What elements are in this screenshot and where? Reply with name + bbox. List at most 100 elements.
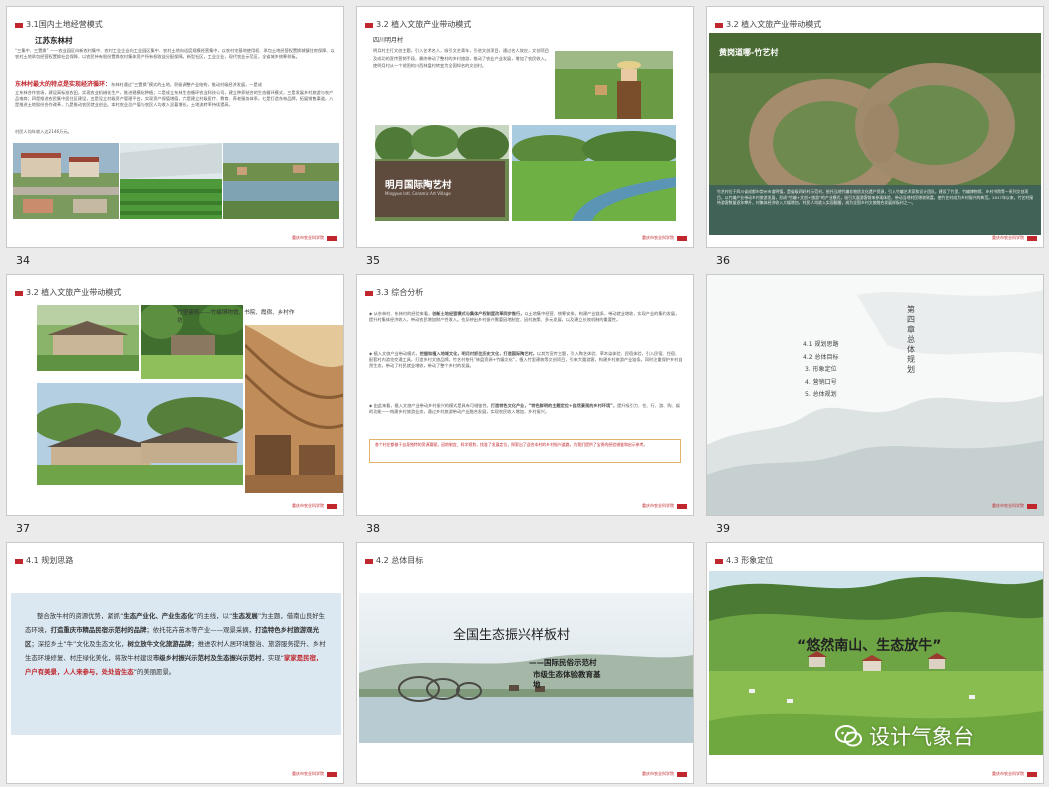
toc-item[interactable]: 4. 营销口号 <box>803 377 838 390</box>
stream-photo <box>512 125 676 221</box>
caption-line: 竹里建筑——竹编博物馆、书院、霞宿、乡村作 <box>177 310 295 316</box>
case-body: 立东林合作农场，建设高标准农田，实现农业机械化生产，推进规模化种植；二是成立东林… <box>15 90 334 108</box>
footer-logo-icon <box>1027 235 1037 241</box>
planning-idea-box: 整合放牛村的资源优势，紧抓“生态产业化、产业生态化”的主线，以“生态发展”为主题… <box>11 593 341 735</box>
slide-number: 35 <box>366 254 380 267</box>
footer-text: 重庆市农业科学院 <box>992 235 1024 240</box>
slide-header: 3.3 综合分析 <box>357 275 693 297</box>
toc-list: 4.1 规划思路 4.2 总体目标 3. 形象定位 4. 营销口号 5. 总体规… <box>803 339 838 402</box>
paragraph-run: 市级乡村振兴示范村及生态振兴示范村 <box>152 654 262 662</box>
header-accent-bar <box>15 23 23 28</box>
summary-note: 各个村庄都基于自身独特的资源禀赋，因地制宜、科学规划，找准了发展定位，探索出了适… <box>375 442 648 447</box>
slide-number: 39 <box>716 522 730 535</box>
slogan: “悠然南山、生态放牛” <box>797 638 942 654</box>
slide-header: 3.2 植入文旅产业带动模式 <box>707 7 1043 29</box>
footer-logo-icon <box>327 235 337 241</box>
footer-logo-icon <box>1027 503 1037 509</box>
slide-title: 3.3 综合分析 <box>376 288 424 297</box>
header-accent-bar <box>715 23 723 28</box>
slide-footer: 重庆市农业科学院 <box>292 503 337 509</box>
case-text: 明月村主打文创主题，引入艺术名人，吸引文艺青年，引进文创项目，通过名人效应，文创… <box>373 48 549 68</box>
analysis-bullet: ◆ 植入文旅产业带动模式，挖掘和植入地域文化，明月村抓住历史文化，打造国际陶艺村… <box>369 351 683 369</box>
toc-item[interactable]: 4.2 总体目标 <box>803 352 838 365</box>
slide-title: 4.3 形象定位 <box>726 556 774 565</box>
case-stat: 村民人均年收入达2146万元。 <box>15 129 72 134</box>
roof-buildings-photo <box>37 383 243 485</box>
analysis-bullet: ◆ 由此来看，植入文旅产业带动乡村振兴的模式是具有可借鉴性，打造特色文化产业，“… <box>369 403 680 415</box>
toc-item[interactable]: 5. 总体规划 <box>803 389 838 402</box>
bamboo-village-aerial-photo: 黄岗道哪-竹艺村 竹艺村位于四川省成都市崇州市道明镇，是省级四好村示范村，依托当… <box>709 33 1041 235</box>
header-accent-bar <box>15 291 23 296</box>
wetland-photo <box>223 143 339 219</box>
paragraph-run: ”的美丽愿景。 <box>133 668 176 676</box>
slide-header: 4.3 形象定位 <box>707 543 1043 565</box>
case-subtitle: 江苏东林村 <box>35 36 73 45</box>
ink-mountain-background <box>707 290 1043 515</box>
slide-footer: 重庆市农业科学院 <box>992 771 1037 777</box>
paragraph-run: ；深挖乡土“牛”文化及生态文化， <box>31 640 128 648</box>
slide-footer: 重庆市农业科学院 <box>642 235 687 241</box>
slide-header: 3.2 植入文旅产业带动模式 <box>7 275 343 297</box>
slide-title: 3.1国内土地经营模式 <box>26 20 103 29</box>
footer-text: 重庆市农业科学院 <box>642 503 674 508</box>
footer-logo-icon <box>327 503 337 509</box>
slide-title: 3.2 植入文旅产业带动模式 <box>376 20 472 29</box>
footer-logo-icon <box>677 235 687 241</box>
slide-title: 4.2 总体目标 <box>376 556 424 565</box>
footer-text: 重庆市农业科学院 <box>642 235 674 240</box>
footer-text: 重庆市农业科学院 <box>642 771 674 776</box>
footer-text: 重庆市农业科学院 <box>992 503 1024 508</box>
slide-number: 37 <box>16 522 30 535</box>
ceramic-village-sign-photo: 明月国际陶艺村 Mingyue Intl. Ceramic Art Villag… <box>375 125 509 221</box>
header-accent-bar <box>715 559 723 564</box>
slide-header: 4.2 总体目标 <box>357 543 693 565</box>
slide-34[interactable]: 3.1国内土地经营模式 江苏东林村 “三集中、三置换” ——农业园区向新农村集中… <box>6 6 344 248</box>
footer-logo-icon <box>677 503 687 509</box>
slide-35[interactable]: 3.2 植入文旅产业带动模式 四川明月村 明月村主打文创主题，引入艺术名人，吸引… <box>356 6 694 248</box>
feature-text: 东林村通过“三置换”模式的土地，积极调整产业结构，推动村级经济发展，一是成 <box>111 82 262 87</box>
footer-logo-icon <box>677 771 687 777</box>
watermark: 设计气象台 <box>835 721 974 751</box>
sign-english: Mingyue Intl. Ceramic Art Village <box>385 191 451 196</box>
slide-42[interactable]: 4.3 形象定位 “悠然南山、生态放牛” 设计气象台 重庆市农业科学院 <box>706 542 1044 784</box>
footer-logo-icon <box>1027 771 1037 777</box>
slide-footer: 重庆市农业科学院 <box>642 771 687 777</box>
case-feature: 东林村最大的特点是实现经济循环：东林村通过“三置换”模式的土地，积极调整产业结构… <box>15 77 337 88</box>
caption-line: 坊 <box>177 318 183 324</box>
slide-38[interactable]: 3.3 综合分析 ◆ 从东林村、东林村的经验来看，创新土地经营模式与集体产权制度… <box>356 274 694 516</box>
feature-heading: 东林村最大的特点是实现经济循环： <box>15 81 112 88</box>
sign-chinese: 明月国际陶艺村 <box>385 180 452 191</box>
lake-landscape-photo <box>359 593 693 743</box>
footer-text: 重庆市农业科学院 <box>292 235 324 240</box>
slide-footer: 重庆市农业科学院 <box>992 235 1037 241</box>
paragraph-run: ；依托花卉苗木等产业——观景采摘， <box>146 626 256 634</box>
slide-header: 3.1国内土地经营模式 <box>7 7 343 29</box>
header-accent-bar <box>15 559 23 564</box>
slide-number: 34 <box>16 254 30 267</box>
slide-header: 4.1 规划思路 <box>7 543 343 565</box>
goal-title: 全国生态振兴样板村 <box>453 628 571 643</box>
toc-item[interactable]: 3. 形象定位 <box>803 364 838 377</box>
paragraph-run: 整合放牛村的资源优势，紧抓“ <box>37 612 124 620</box>
slide-number: 38 <box>366 522 380 535</box>
wechat-icon <box>835 725 862 747</box>
photo-description: 竹艺村位于四川省成都市崇州市道明镇，是省级四好村示范村，依托当地竹编非物质文化遗… <box>717 189 1034 206</box>
watermark-text: 设计气象台 <box>869 725 974 749</box>
slide-37[interactable]: 3.2 植入文旅产业带动模式 竹里建筑——竹编博物馆、书院、霞宿、乡村作 坊 重… <box>6 274 344 516</box>
village-aerial-photo <box>13 143 119 219</box>
slide-36[interactable]: 3.2 植入文旅产业带动模式 黄岗道哪-竹艺村 竹艺村位于四川省成都市崇州市道明… <box>706 6 1044 248</box>
toc-item[interactable]: 4.1 规划思路 <box>803 339 838 352</box>
footer-text: 重庆市农业科学院 <box>292 503 324 508</box>
summary-note-box: 各个村庄都基于自身独特的资源禀赋，因地制宜、科学规划，找准了发展定位，探索出了适… <box>369 439 681 463</box>
bamboo-interior-photo <box>245 325 343 493</box>
slide-39[interactable]: 第四章 总体规划 4.1 规划思路 4.2 总体目标 3. 形象定位 4. 营销… <box>706 274 1044 516</box>
case-subtitle: 四川明月村 <box>373 37 404 44</box>
slide-title: 3.2 植入文旅产业带动模式 <box>26 288 122 297</box>
case-intro: “三集中、三置换” ——农业园区向新农村集中、农村工业企业向工业园区集中、农村土… <box>15 48 335 60</box>
goal-sub-2: 市级生态体验教育基地 <box>533 670 601 689</box>
slide-40[interactable]: 4.1 规划思路 整合放牛村的资源优势，紧抓“生态产业化、产业生态化”的主线，以… <box>6 542 344 784</box>
paragraph-run: 生态产业化、产业生态化 <box>123 612 194 620</box>
footer-text: 重庆市农业科学院 <box>292 771 324 776</box>
slide-41[interactable]: 4.2 总体目标 全国生态振兴样板村 ——国际民俗示范村 市级生态体验教育基地 … <box>356 542 694 784</box>
slide-header: 3.2 植入文旅产业带动模式 <box>357 7 693 29</box>
